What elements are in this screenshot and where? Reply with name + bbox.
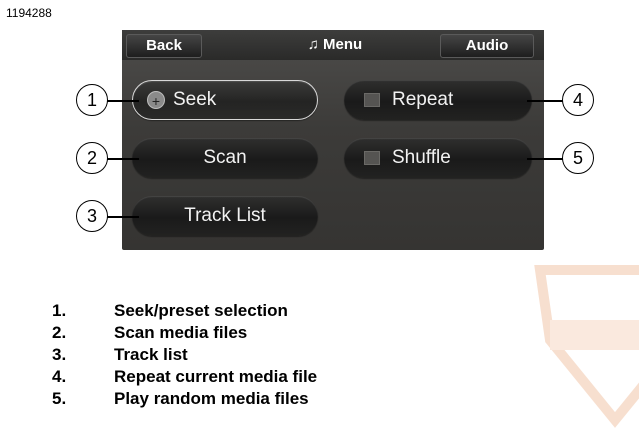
callout-4: 4 [562, 84, 594, 116]
menu-title-label: Menu [323, 36, 363, 53]
track-list-button[interactable]: Track List [132, 196, 318, 236]
legend-item: 5. Play random media files [52, 389, 309, 408]
repeat-label: Repeat [392, 89, 454, 110]
track-list-label: Track List [184, 205, 266, 226]
seek-icon: + [147, 91, 165, 109]
scan-label: Scan [203, 147, 247, 168]
repeat-checkbox-icon [364, 93, 380, 107]
callout-1: 1 [76, 84, 108, 116]
legend: 1. Seek/preset selection 2. Scan media fil… [52, 300, 317, 410]
figure-id: 1194288 [6, 6, 52, 20]
menu-title: ♫ Menu [270, 34, 400, 56]
legend-item: 3. Track list [52, 345, 188, 364]
shuffle-label: Shuffle [392, 147, 451, 168]
callout-5-leader [527, 158, 563, 160]
legend-item: 4. Repeat current media file [52, 367, 318, 386]
seek-button[interactable]: + Seek [132, 80, 318, 120]
legend-item: 1. Seek/preset selection [52, 301, 288, 320]
callout-3: 3 [76, 200, 108, 232]
audio-button[interactable]: Audio [440, 34, 534, 58]
shuffle-checkbox-icon [364, 151, 380, 165]
repeat-button[interactable]: Repeat [344, 80, 532, 120]
seek-label: Seek [173, 89, 217, 110]
callout-2: 2 [76, 142, 108, 174]
back-button[interactable]: Back [126, 34, 202, 58]
legend-item: 2. Scan media files [52, 323, 248, 342]
callout-5: 5 [562, 142, 594, 174]
scan-button[interactable]: Scan [132, 138, 318, 178]
music-note-icon: ♫ [307, 36, 320, 53]
shuffle-button[interactable]: Shuffle [344, 138, 532, 178]
top-bar: Back ♫ Menu Audio [122, 30, 544, 60]
callout-4-leader [527, 100, 563, 102]
brand-watermark-icon [534, 265, 639, 428]
callout-3-leader [107, 216, 139, 218]
callout-1-leader [107, 100, 139, 102]
infotainment-screen: Back ♫ Menu Audio + Seek Scan Track List … [122, 30, 544, 250]
callout-2-leader [107, 158, 139, 160]
